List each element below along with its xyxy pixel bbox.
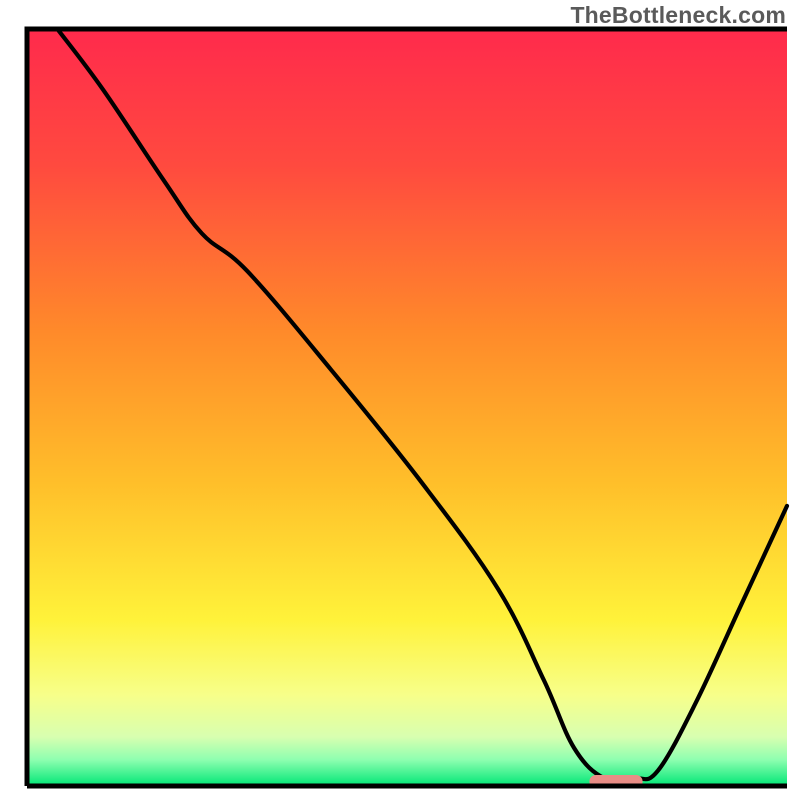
chart-container: TheBottleneck.com: [0, 0, 800, 800]
bottleneck-chart: [0, 0, 800, 800]
watermark-text: TheBottleneck.com: [570, 2, 786, 29]
